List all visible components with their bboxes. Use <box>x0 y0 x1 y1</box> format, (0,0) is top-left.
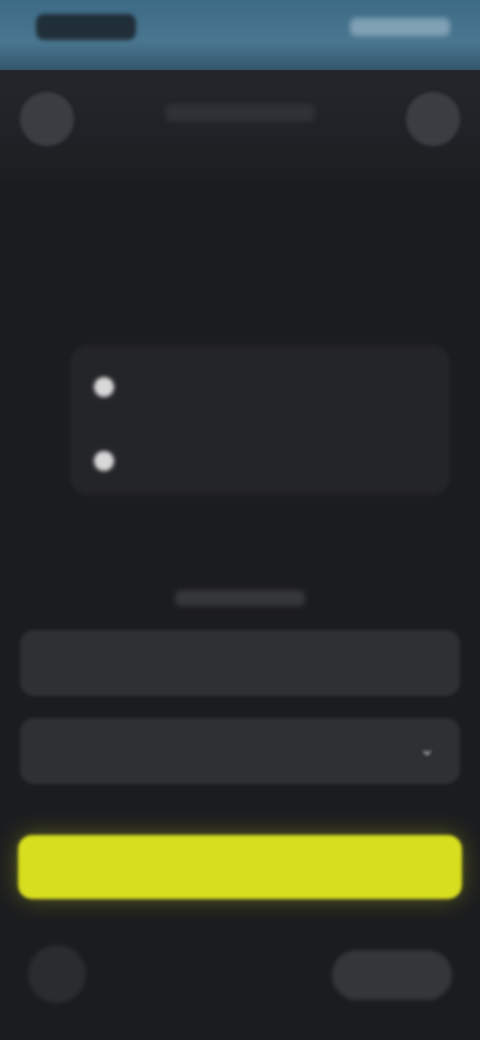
feature-item <box>94 441 434 481</box>
first-field[interactable] <box>20 630 460 696</box>
second-field-input[interactable] <box>140 730 440 772</box>
menu-icon[interactable] <box>20 92 74 146</box>
status-time <box>36 14 136 40</box>
form-section-label <box>175 590 305 606</box>
header-title <box>165 104 315 122</box>
check-icon <box>94 451 114 471</box>
chevron-down-icon[interactable]: ⌄ <box>416 738 438 760</box>
second-field[interactable]: ⌄ <box>20 718 460 784</box>
status-bar <box>0 0 480 70</box>
status-indicators <box>350 18 450 36</box>
check-icon <box>94 377 114 397</box>
feature-item <box>94 367 434 407</box>
feature-list <box>70 345 450 495</box>
first-field-input[interactable] <box>140 642 440 684</box>
app-screen: ⌄ <box>0 0 480 1040</box>
bottom-left-button[interactable] <box>28 945 86 1003</box>
profile-icon[interactable] <box>406 92 460 146</box>
primary-cta-button[interactable] <box>18 835 462 899</box>
bottom-right-button[interactable] <box>332 950 452 1000</box>
app-header <box>0 70 480 180</box>
